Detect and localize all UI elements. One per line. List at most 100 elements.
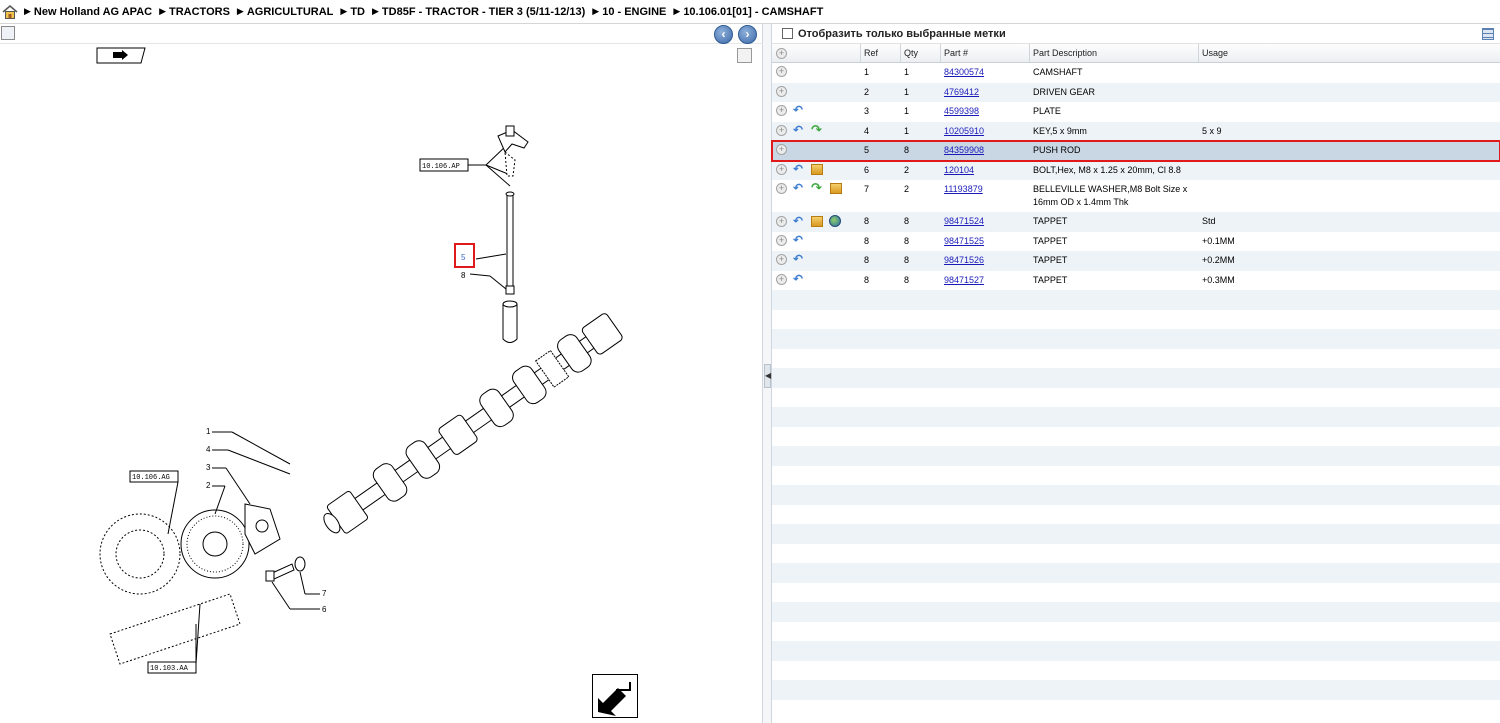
kit-box-icon[interactable] — [811, 163, 823, 175]
grid-view-icon[interactable] — [1482, 28, 1494, 40]
header-qty[interactable]: Qty — [901, 44, 941, 62]
camshaft-exploded-diagram[interactable]: 10.106.AP 10.106.AG 10.103.AA 1 4 3 2 7 … — [0, 64, 763, 723]
table-row[interactable]: + ↶ 8 8 98471524 TAPPET Std — [772, 212, 1500, 232]
add-to-cart-icon[interactable]: + — [776, 105, 787, 116]
parts-table-body: +1 1 84300574 CAMSHAFT +2 1 4769412 DRIVEN GEAR… — [771, 63, 1500, 700]
header-ref[interactable]: Ref — [861, 44, 901, 62]
back-reference-icon[interactable]: ↶ — [793, 104, 805, 116]
table-row[interactable]: + ↶ 6 2 120104 BOLT,Hex, M8 x 1.25 x 20mm, Cl… — [772, 160, 1500, 180]
callout-number[interactable]: 2 — [206, 481, 211, 490]
table-row[interactable]: +5 8 84359908 PUSH ROD — [771, 140, 1500, 162]
breadcrumb-item[interactable]: ▶ New Holland AG APAC — [24, 6, 152, 18]
breadcrumb-item[interactable]: ▶ 10.106.01[01] - CAMSHAFT — [673, 6, 823, 18]
qty-cell: 2 — [901, 180, 941, 199]
export-icon[interactable] — [1, 26, 15, 40]
globe-icon[interactable] — [829, 215, 841, 227]
breadcrumb-item[interactable]: ▶ 10 - ENGINE — [592, 6, 666, 18]
empty-row — [772, 543, 1500, 563]
ref-cell: 8 — [861, 232, 901, 251]
description-cell-text: DRIVEN GEAR — [1033, 86, 1096, 97]
table-row[interactable]: + ↶ 8 8 98471526 TAPPET +0.2MM — [772, 251, 1500, 271]
part-number-link-text[interactable]: 98471526 — [944, 255, 984, 265]
show-selected-only-checkbox[interactable] — [782, 28, 793, 39]
empty-row — [772, 465, 1500, 485]
callout-number[interactable]: 8 — [461, 271, 466, 280]
part-number-link-text[interactable]: 11193879 — [944, 184, 983, 194]
forward-reference-icon[interactable]: ↷ — [811, 181, 824, 194]
back-reference-icon[interactable]: ↶ — [793, 182, 805, 194]
description-cell-text: TAPPET — [1033, 216, 1068, 226]
ref-cell-text: 4 — [864, 125, 870, 136]
add-to-cart-icon[interactable]: + — [776, 66, 787, 77]
add-to-cart-icon[interactable]: + — [776, 254, 787, 265]
back-reference-icon[interactable]: ↶ — [793, 234, 805, 246]
part-number-link-text[interactable]: 84359908 — [944, 145, 984, 155]
forward-reference-icon[interactable]: ↷ — [811, 123, 824, 136]
back-reference-icon[interactable]: ↶ — [793, 215, 805, 227]
part-number-link-text[interactable]: 10205910 — [944, 126, 984, 136]
table-row[interactable]: +1 1 84300574 CAMSHAFT — [772, 63, 1500, 83]
diagram-toolbar: ‹ › — [0, 24, 763, 44]
parts-list-panel: Отобразить только выбранные метки + Ref … — [771, 24, 1500, 723]
back-reference-icon[interactable]: ↶ — [793, 163, 805, 175]
breadcrumb-item[interactable]: ▶ AGRICULTURAL — [237, 6, 333, 18]
part-number-link-text[interactable]: 120104 — [944, 165, 974, 175]
back-to-parent-icon[interactable] — [592, 674, 638, 718]
back-reference-icon[interactable]: ↶ — [793, 253, 805, 265]
ref-cell-text: 7 — [864, 184, 870, 194]
callout-number[interactable]: 3 — [206, 463, 211, 472]
panel-splitter[interactable]: ◀ — [763, 24, 772, 723]
usage-cell — [1199, 141, 1349, 147]
header-add-all[interactable]: + — [772, 44, 861, 62]
table-row[interactable]: + ↶ 8 8 98471525 TAPPET +0.1MM — [772, 231, 1500, 251]
add-to-cart-icon[interactable]: + — [776, 183, 787, 194]
callout-number[interactable]: 7 — [322, 589, 327, 598]
breadcrumb-item[interactable]: ▶ TD85F - TRACTOR - TIER 3 (5/11-12/13) — [372, 6, 585, 18]
qty-cell: 1 — [901, 83, 941, 102]
breadcrumb-item[interactable]: ▶ TD — [340, 6, 365, 18]
table-row[interactable]: + ↶ ↷ 7 2 11193879 BELLEVILLE WASHER,M8 Bolt S… — [772, 180, 1500, 212]
callout-number[interactable]: 1 — [206, 427, 211, 436]
next-arrow-icon[interactable]: › — [738, 25, 757, 44]
add-to-cart-icon[interactable]: + — [776, 215, 787, 227]
home-icon[interactable] — [2, 4, 18, 20]
usage-cell: +0.3MM — [1199, 271, 1349, 290]
add-all-icon[interactable]: + — [776, 47, 787, 59]
part-number-link-text[interactable]: 98471524 — [944, 216, 984, 226]
callout-number[interactable]: 6 — [322, 605, 327, 614]
callout-number[interactable]: 4 — [206, 445, 211, 454]
part-number-link: 120104 — [941, 161, 1030, 180]
header-usage[interactable]: Usage — [1199, 44, 1489, 62]
add-to-cart-icon[interactable]: + — [776, 144, 787, 155]
prev-arrow-icon[interactable]: ‹ — [714, 25, 733, 44]
back-reference-icon[interactable]: ↶ — [793, 124, 805, 136]
collapse-arrow-icon[interactable]: ◀ — [764, 364, 771, 388]
empty-row — [772, 407, 1500, 427]
header-part[interactable]: Part # — [941, 44, 1030, 62]
part-number-link-text[interactable]: 4599398 — [944, 106, 979, 116]
breadcrumb-item[interactable]: ▶ TRACTORS — [159, 6, 230, 18]
table-row[interactable]: + ↶ 8 8 98471527 TAPPET +0.3MM — [772, 270, 1500, 290]
table-row[interactable]: + ↶ ↷ 4 1 10205910 KEY,5 x 9mm 5 x 9 — [772, 121, 1500, 141]
show-selected-only-label: Отобразить только выбранные метки — [798, 27, 1006, 40]
header-desc[interactable]: Part Description — [1030, 44, 1199, 62]
add-to-cart-icon[interactable]: + — [776, 273, 787, 285]
empty-row — [772, 348, 1500, 368]
part-number-link-text[interactable]: 98471525 — [944, 236, 984, 246]
hotspot-tag-icon[interactable] — [96, 47, 146, 64]
add-to-cart-icon[interactable]: + — [776, 85, 787, 97]
add-to-cart-icon[interactable]: + — [776, 234, 787, 246]
add-to-cart-icon[interactable]: + — [776, 163, 787, 175]
description-cell: TAPPET — [1030, 251, 1199, 270]
kit-box-icon[interactable] — [830, 183, 842, 194]
part-number-link-text[interactable]: 4769412 — [944, 87, 979, 97]
back-reference-icon[interactable]: ↶ — [793, 273, 805, 285]
kit-box-icon[interactable] — [811, 215, 823, 227]
add-to-cart-icon[interactable]: + — [776, 124, 787, 136]
part-number-link-text[interactable]: 98471527 — [944, 275, 984, 285]
thumbnail-icon[interactable] — [737, 48, 752, 63]
part-number-link-text[interactable]: 84300574 — [944, 67, 984, 77]
table-row[interactable]: +2 1 4769412 DRIVEN GEAR — [772, 82, 1500, 102]
part-number-link: 84359908 — [941, 141, 1030, 160]
table-row[interactable]: + ↶ 3 1 4599398 PLATE — [772, 102, 1500, 122]
